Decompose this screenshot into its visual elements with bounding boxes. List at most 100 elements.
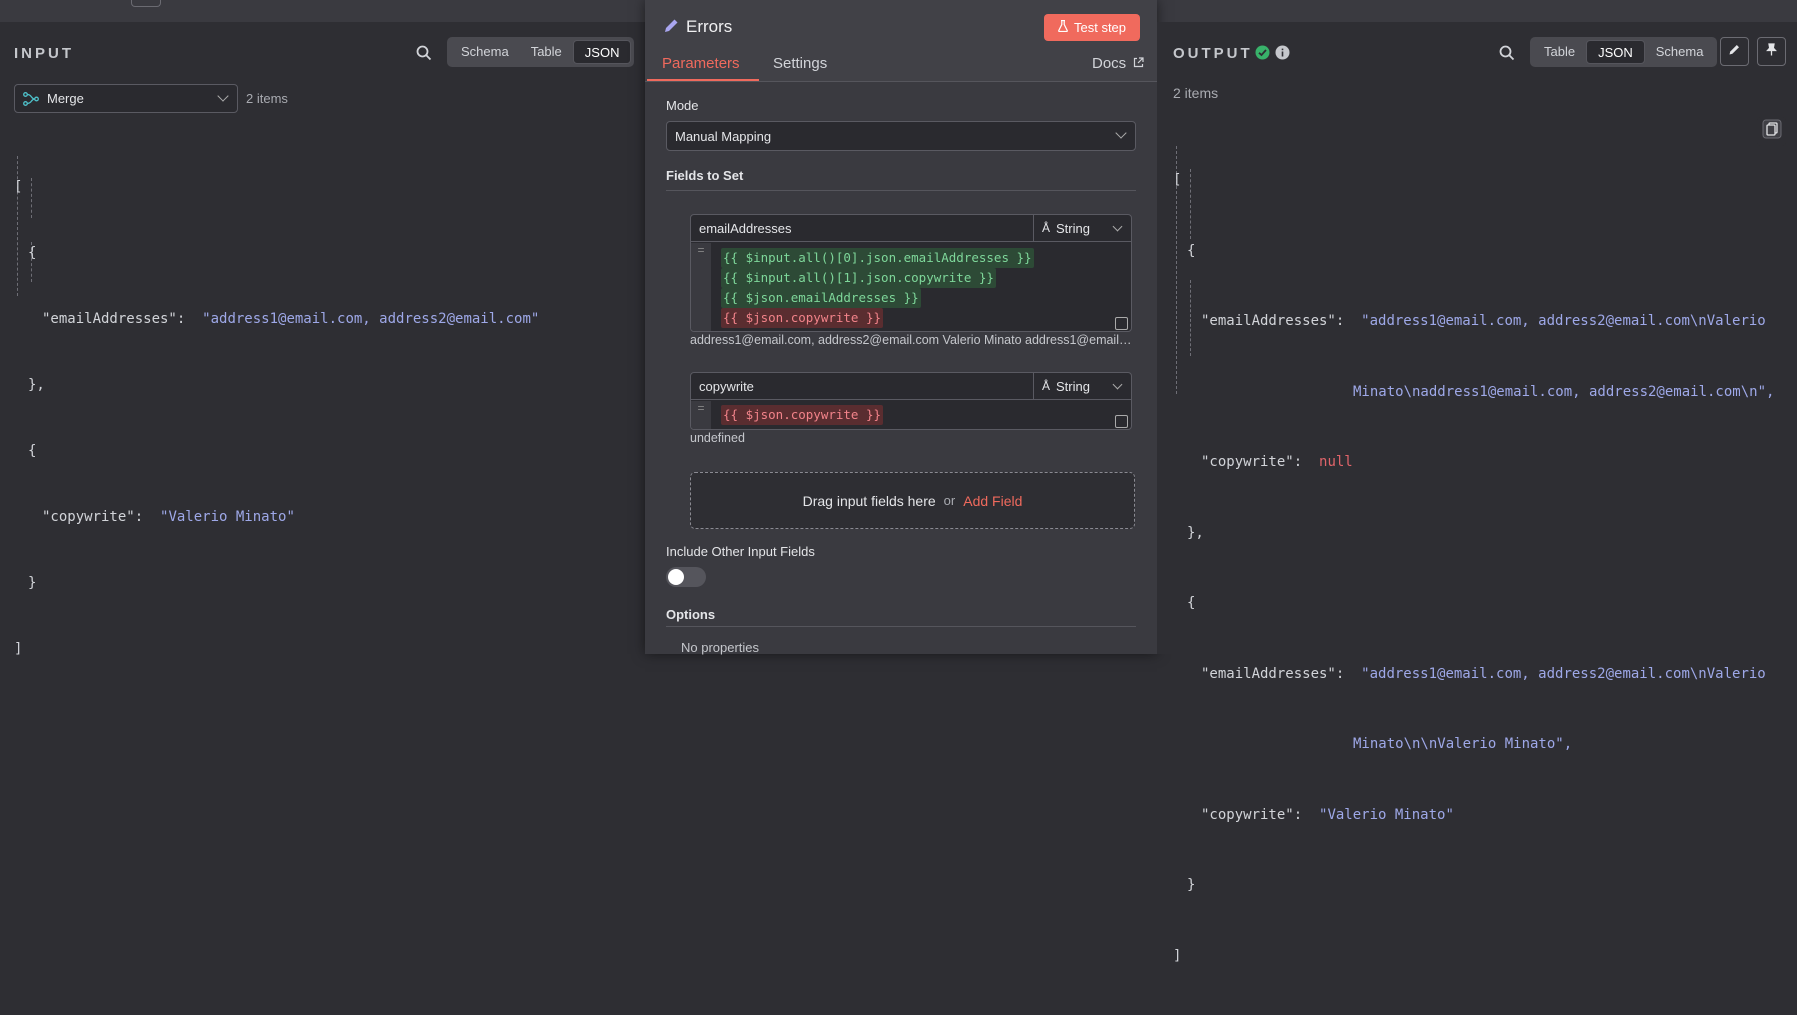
field-emailaddresses: emailAddresses Å String = {{ $input.all(… bbox=[690, 214, 1132, 332]
json-brace: { bbox=[28, 443, 37, 459]
options-label: Options bbox=[666, 607, 716, 622]
test-step-label: Test step bbox=[1073, 20, 1127, 35]
json-string-value: "address1@email.com, address2@email.com\… bbox=[1361, 665, 1766, 682]
json-bracket: ] bbox=[1173, 947, 1182, 964]
expand-editor-icon[interactable] bbox=[1115, 317, 1128, 330]
field-result-preview: address1@email.com, address2@email.com V… bbox=[690, 333, 1132, 347]
output-item-count: 2 items bbox=[1173, 85, 1219, 101]
input-view-table[interactable]: Table bbox=[520, 40, 573, 64]
chevron-down-icon bbox=[1112, 221, 1123, 232]
success-check-icon bbox=[1255, 45, 1270, 65]
expression-editor[interactable]: {{ $json.copywrite }} bbox=[721, 405, 884, 425]
output-view-toggle: Table JSON Schema bbox=[1530, 37, 1718, 67]
output-json-view: [ { "emailAddresses": "address1@email.co… bbox=[1173, 122, 1774, 1015]
expand-editor-icon[interactable] bbox=[1115, 415, 1128, 428]
json-brace: }, bbox=[28, 377, 45, 393]
json-key: "copywrite": bbox=[1201, 806, 1303, 823]
json-key: "emailAddresses": bbox=[42, 311, 186, 327]
add-field-button[interactable]: Add Field bbox=[963, 493, 1022, 509]
canvas-toolbar-button[interactable] bbox=[131, 0, 161, 7]
field-type-select[interactable]: Å String bbox=[1034, 373, 1131, 400]
search-icon[interactable] bbox=[1496, 42, 1518, 64]
pencil-icon bbox=[1728, 43, 1741, 61]
json-brace: { bbox=[1187, 595, 1196, 611]
json-string-value: "address1@email.com, address2@email.com" bbox=[202, 311, 540, 327]
edit-output-button[interactable] bbox=[1720, 37, 1749, 66]
output-view-table[interactable]: Table bbox=[1533, 40, 1586, 64]
pencil-icon[interactable] bbox=[662, 17, 680, 40]
drop-or: or bbox=[943, 493, 956, 508]
json-bracket: [ bbox=[1173, 172, 1182, 188]
input-view-json[interactable]: JSON bbox=[572, 40, 632, 64]
input-item-count: 2 items bbox=[246, 91, 288, 106]
json-brace: }, bbox=[1187, 524, 1204, 541]
json-brace: } bbox=[1187, 877, 1196, 893]
drop-hint: Drag input fields here bbox=[802, 492, 936, 509]
json-brace: } bbox=[28, 575, 37, 591]
json-key: "emailAddresses": bbox=[1201, 313, 1345, 329]
json-string-value-cont: Minato\naddress1@email.com, address2@ema… bbox=[1353, 383, 1775, 400]
json-key: "copywrite": bbox=[1201, 454, 1303, 470]
mode-select-value: Manual Mapping bbox=[675, 128, 772, 144]
output-panel: OUTPUT Table JSON Schema 2 items [ { "em… bbox=[1157, 22, 1797, 964]
tab-parameters[interactable]: Parameters bbox=[662, 55, 740, 72]
docs-label: Docs bbox=[1092, 55, 1127, 72]
mode-select[interactable]: Manual Mapping bbox=[666, 121, 1136, 151]
field-type-value: String bbox=[1056, 378, 1090, 394]
search-icon[interactable] bbox=[413, 42, 435, 64]
include-other-fields-label: Include Other Input Fields bbox=[666, 544, 815, 559]
json-null-value: null bbox=[1319, 454, 1353, 470]
chevron-down-icon bbox=[217, 90, 229, 102]
chevron-down-icon bbox=[1112, 379, 1123, 390]
json-string-value: "address1@email.com, address2@email.com\… bbox=[1361, 313, 1766, 329]
info-icon[interactable] bbox=[1275, 45, 1290, 65]
expression-segment: {{ $json.copywrite }} bbox=[721, 308, 884, 328]
json-key: "copywrite": bbox=[42, 509, 144, 525]
expression-editor[interactable]: {{ $input.all()[0].json.emailAddresses }… bbox=[721, 248, 1034, 328]
output-view-schema[interactable]: Schema bbox=[1645, 40, 1715, 64]
test-step-button[interactable]: Test step bbox=[1044, 14, 1140, 41]
flask-icon bbox=[1058, 19, 1068, 35]
node-settings-modal: Errors Test step Parameters Settings Doc… bbox=[645, 0, 1157, 655]
expression-segment: {{ $input.all()[1].json.copywrite }} bbox=[721, 268, 996, 288]
input-node-select[interactable]: Merge bbox=[14, 84, 238, 113]
field-name-input[interactable]: emailAddresses bbox=[691, 215, 1034, 242]
merge-icon bbox=[23, 91, 39, 106]
fields-to-set-label: Fields to Set bbox=[666, 168, 744, 183]
tab-settings[interactable]: Settings bbox=[773, 55, 827, 72]
input-view-toggle: Schema Table JSON bbox=[447, 37, 635, 67]
docs-link[interactable]: Docs bbox=[1092, 55, 1144, 72]
no-properties-text: No properties bbox=[681, 640, 760, 655]
field-type-value: String bbox=[1056, 220, 1090, 236]
output-title: OUTPUT bbox=[1173, 45, 1253, 62]
node-title[interactable]: Errors bbox=[686, 17, 732, 37]
string-type-icon: Å bbox=[1042, 221, 1051, 235]
input-json-view: [ { "emailAddresses": "address1@email.co… bbox=[14, 132, 539, 704]
chevron-down-icon bbox=[1115, 127, 1127, 139]
input-view-schema[interactable]: Schema bbox=[450, 40, 520, 64]
pin-icon bbox=[1765, 42, 1778, 61]
drop-fields-zone[interactable]: Drag input fields here or Add Field bbox=[690, 472, 1135, 529]
field-result-preview: undefined bbox=[690, 431, 745, 445]
field-type-select[interactable]: Å String bbox=[1034, 215, 1131, 242]
json-bracket: [ bbox=[14, 179, 23, 195]
expression-segment: {{ $json.copywrite }} bbox=[721, 405, 884, 425]
expression-segment: {{ $json.emailAddresses }} bbox=[721, 288, 921, 308]
pin-output-button[interactable] bbox=[1757, 37, 1786, 66]
field-name-input[interactable]: copywrite bbox=[691, 373, 1034, 400]
expression-segment: {{ $input.all()[0].json.emailAddresses }… bbox=[721, 248, 1034, 268]
json-string-value: "Valerio Minato" bbox=[1319, 806, 1454, 823]
external-link-icon bbox=[1133, 55, 1144, 72]
active-tab-indicator bbox=[647, 79, 759, 81]
input-title: INPUT bbox=[14, 45, 74, 62]
string-type-icon: Å bbox=[1042, 379, 1051, 393]
modal-header: Errors Test step Parameters Settings Doc… bbox=[645, 0, 1157, 82]
divider bbox=[666, 626, 1136, 627]
input-node-select-value: Merge bbox=[47, 91, 84, 106]
json-bracket: ] bbox=[14, 641, 23, 657]
expression-equals-icon: = bbox=[691, 243, 711, 331]
divider bbox=[666, 190, 1136, 191]
output-view-json[interactable]: JSON bbox=[1586, 40, 1645, 64]
json-key: "emailAddresses": bbox=[1201, 665, 1345, 682]
include-other-fields-toggle[interactable] bbox=[666, 567, 706, 587]
